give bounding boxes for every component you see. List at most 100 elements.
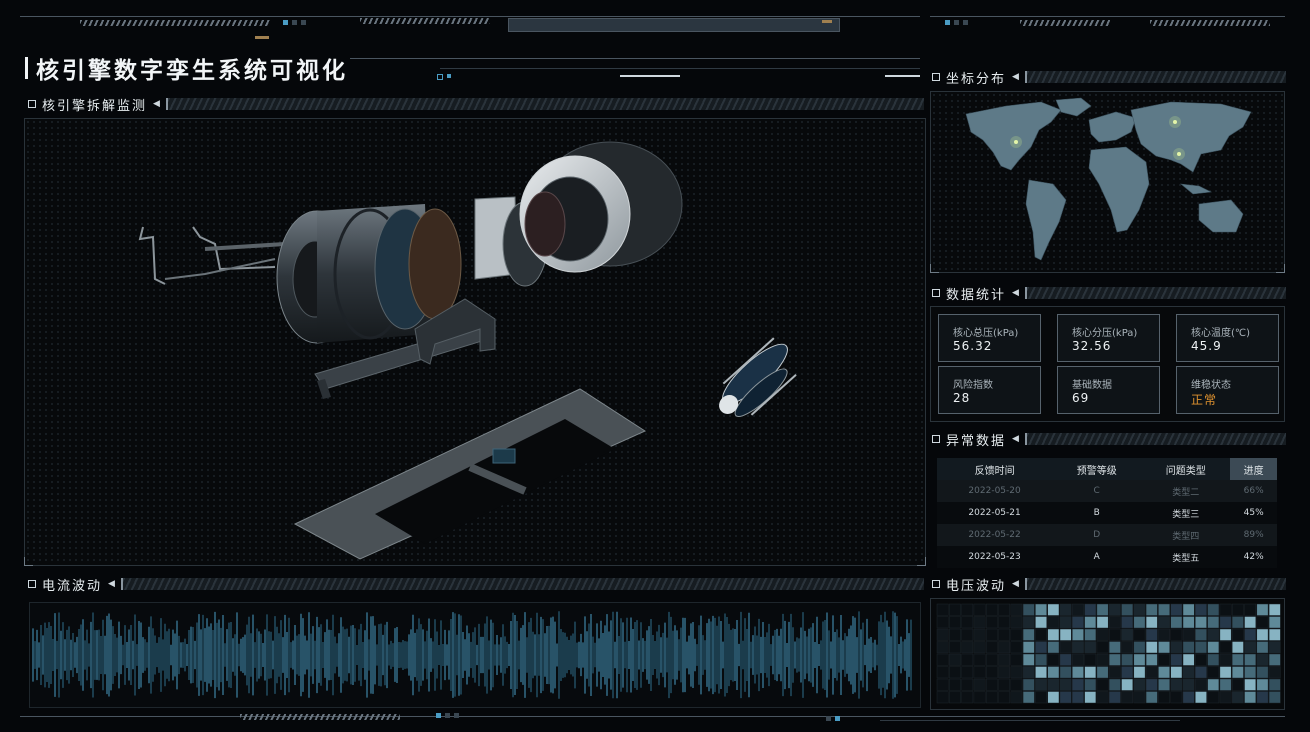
- current-wave-chart[interactable]: [29, 602, 921, 708]
- stat-card[interactable]: 基础数据 69: [1057, 366, 1160, 414]
- stat-card[interactable]: 维稳状态 正常: [1176, 366, 1279, 414]
- heatmap-cell: [1158, 616, 1170, 629]
- heatmap-cell: [1121, 691, 1134, 704]
- section-coordinates-label: 坐标分布: [946, 71, 1007, 87]
- heatmap-cell: [1010, 691, 1023, 704]
- column-header[interactable]: 预警等级: [1052, 458, 1142, 480]
- heatmap-cell: [1047, 666, 1060, 679]
- heatmap-cell: [1158, 678, 1170, 691]
- table-row[interactable]: 2022-05-23 A 类型五 42%: [937, 546, 1277, 568]
- caret-left-icon[interactable]: ◀: [1012, 288, 1019, 298]
- stat-value-status: 正常: [1191, 393, 1218, 407]
- caret-left-icon[interactable]: ◀: [153, 99, 160, 109]
- table-row[interactable]: 2022-05-22 D 类型四 89%: [937, 524, 1277, 546]
- heatmap-cell: [949, 666, 961, 679]
- heatmap-cell: [1219, 653, 1232, 666]
- column-header[interactable]: 问题类型: [1141, 458, 1231, 480]
- heatmap-cell: [1182, 666, 1195, 679]
- heatmap-cell: [1182, 691, 1195, 704]
- heatmap-cell: [1108, 691, 1121, 704]
- world-map-panel[interactable]: [930, 91, 1285, 273]
- section-anomalies-header: 异常数据 ◀: [928, 430, 1286, 449]
- cell-date: 2022-05-21: [937, 502, 1053, 524]
- heatmap-cell: [1121, 616, 1134, 629]
- heatmap-cell: [1047, 641, 1060, 654]
- stat-label: 核心总压(kPa): [953, 328, 1019, 339]
- caret-left-icon[interactable]: ◀: [1012, 72, 1019, 82]
- heatmap-cell: [985, 603, 998, 616]
- engine-viewport[interactable]: [24, 118, 926, 566]
- stat-label: 基础数据: [1072, 380, 1112, 391]
- heatmap-cell: [961, 666, 974, 679]
- column-header[interactable]: 反馈时间: [937, 458, 1053, 480]
- heatmap-cell: [1244, 691, 1257, 704]
- heatmap-cell: [1170, 641, 1183, 654]
- heatmap-cell: [1072, 628, 1084, 641]
- heatmap-cell: [1268, 691, 1281, 704]
- heatmap-cell: [1207, 628, 1220, 641]
- caret-left-icon[interactable]: ◀: [108, 579, 115, 589]
- table-row[interactable]: 2022-05-21 B 类型三 45%: [937, 502, 1277, 524]
- heatmap-cell: [1035, 678, 1047, 691]
- stats-panel: 核心总压(kPa) 56.32 核心分压(kPa) 32.56 核心温度(℃) …: [930, 306, 1285, 422]
- cell-progress: 42%: [1230, 546, 1277, 568]
- heatmap-cell: [1133, 653, 1146, 666]
- heatmap-cell: [1170, 628, 1183, 641]
- heatmap-cell: [1022, 653, 1035, 666]
- stat-card[interactable]: 风险指数 28: [938, 366, 1041, 414]
- bullet-icon: [932, 435, 940, 443]
- heatmap-cell: [1047, 653, 1060, 666]
- heatmap-cell: [973, 666, 986, 679]
- heatmap-cell: [1133, 628, 1146, 641]
- stat-card[interactable]: 核心分压(kPa) 32.56: [1057, 314, 1160, 362]
- heatmap-cell: [1010, 628, 1023, 641]
- heatmap-cell: [973, 616, 986, 629]
- voltage-heatmap-panel[interactable]: [930, 598, 1285, 710]
- heatmap-cell: [1207, 691, 1220, 704]
- heatmap-cell: [1219, 678, 1232, 691]
- table-row[interactable]: 2022-05-20 C 类型二 66%: [937, 480, 1277, 502]
- stat-card[interactable]: 核心温度(℃) 45.9: [1176, 314, 1279, 362]
- heatmap-cell: [1207, 653, 1220, 666]
- heatmap-cell: [1231, 603, 1244, 616]
- heatmap-cell: [1268, 666, 1281, 679]
- heatmap-cell: [1268, 678, 1281, 691]
- cell-type: 类型四: [1141, 524, 1231, 546]
- cell-date: 2022-05-20: [937, 480, 1053, 502]
- heatmap-cell: [1133, 666, 1146, 679]
- heatmap-cell: [1158, 641, 1170, 654]
- cell-level: A: [1052, 546, 1142, 568]
- heatmap-cell: [1195, 641, 1207, 654]
- heatmap-cell: [1108, 628, 1121, 641]
- title-accent: [25, 57, 28, 79]
- heatmap-cell: [1121, 666, 1134, 679]
- heatmap-cell: [985, 653, 998, 666]
- heatmap-cell: [1170, 678, 1183, 691]
- heatmap-cell: [1145, 666, 1158, 679]
- caret-left-icon[interactable]: ◀: [1012, 434, 1019, 444]
- heatmap-cell: [1145, 603, 1158, 616]
- heatmap-cell: [1158, 603, 1170, 616]
- column-header-active[interactable]: 进度: [1230, 458, 1277, 480]
- stat-label: 维稳状态: [1191, 380, 1231, 391]
- heatmap-cell: [1219, 603, 1232, 616]
- heatmap-cell: [1096, 641, 1109, 654]
- caret-left-icon[interactable]: ◀: [1012, 579, 1019, 589]
- stat-card[interactable]: 核心总压(kPa) 56.32: [938, 314, 1041, 362]
- heatmap-cell: [1084, 691, 1097, 704]
- heatmap-cell: [1207, 616, 1220, 629]
- heatmap-cell: [998, 666, 1011, 679]
- heatmap-cell: [1084, 628, 1097, 641]
- heatmap-cell: [1158, 691, 1170, 704]
- heatmap-cell: [1256, 678, 1269, 691]
- heatmap-cell: [1121, 678, 1134, 691]
- bullet-icon: [28, 100, 36, 108]
- section-disassembly-label: 核引擎拆解监测: [42, 98, 148, 114]
- heatmap-cell: [1059, 653, 1072, 666]
- heatmap-cell: [1059, 666, 1072, 679]
- heatmap-cell: [1182, 603, 1195, 616]
- section-voltage-header: 电压波动 ◀: [928, 575, 1286, 594]
- heatmap-cell: [1256, 603, 1269, 616]
- heatmap-cell: [1108, 616, 1121, 629]
- heatmap-cell: [1219, 616, 1232, 629]
